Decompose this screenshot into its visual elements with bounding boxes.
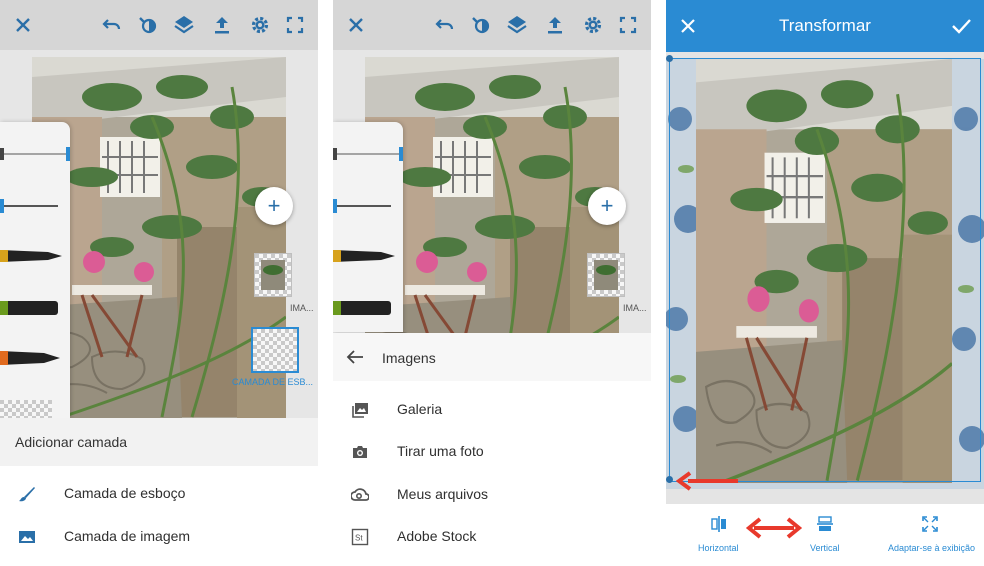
menu-item-image-layer[interactable]: Camada de imagem	[0, 517, 318, 557]
close-icon[interactable]	[11, 13, 35, 37]
gear-icon[interactable]	[581, 13, 605, 37]
flip-horizontal-icon	[710, 515, 728, 533]
brush-slider-opacity[interactable]	[333, 196, 395, 216]
screen-add-layer: + IMA... CAMADA DE ESB... Adicionar cama…	[0, 0, 318, 566]
red-arrow-double-annotation	[746, 517, 802, 539]
screen-transform: Transformar Horizontal Vertical Adaptar-…	[666, 0, 984, 566]
menu-item-gallery[interactable]: Galeria	[333, 390, 651, 430]
layers-icon[interactable]	[505, 13, 529, 37]
menu-item-sketch-layer[interactable]: Camada de esboço	[0, 474, 318, 514]
red-arrow-left-annotation	[676, 471, 738, 491]
undo-icon[interactable]	[433, 13, 457, 37]
sheet-header: Imagens	[333, 333, 651, 381]
gallery-icon	[351, 401, 369, 419]
brush-marker-green[interactable]	[0, 298, 62, 318]
export-icon[interactable]	[210, 13, 234, 37]
layer-label-selected: CAMADA DE ESB...	[232, 377, 314, 387]
layer-label: IMA...	[623, 303, 647, 313]
back-arrow-icon[interactable]	[345, 347, 365, 367]
brush-panel	[333, 122, 403, 332]
screen-images: + IMA... Imagens Galeria Tirar uma foto …	[333, 0, 651, 566]
brush-slider-size[interactable]	[0, 144, 70, 164]
menu-item-my-files[interactable]: Meus arquivos	[333, 475, 651, 515]
brush-panel	[0, 122, 70, 418]
fit-to-view-icon	[921, 515, 939, 533]
close-icon[interactable]	[344, 13, 368, 37]
undo-icon[interactable]	[100, 13, 124, 37]
fullscreen-icon[interactable]	[283, 13, 307, 37]
add-layer-fab[interactable]: +	[588, 187, 626, 225]
brush-pencil-yellow[interactable]	[333, 246, 395, 266]
transform-canvas	[666, 52, 984, 504]
camera-icon	[351, 443, 369, 461]
brush-slider-size[interactable]	[333, 144, 403, 164]
top-toolbar	[0, 0, 318, 50]
sheet-header: Adicionar camada	[0, 418, 318, 466]
brush-eraser[interactable]	[0, 400, 52, 418]
transform-handle-bottom-left[interactable]	[666, 476, 673, 483]
brush-icon	[18, 485, 36, 503]
images-menu: Galeria Tirar uma foto Meus arquivos St …	[333, 381, 651, 566]
transform-title: Transformar	[779, 16, 871, 35]
menu-item-adobe-stock[interactable]: St Adobe Stock	[333, 517, 651, 557]
add-layer-menu: Camada de esboço Camada de imagem	[0, 466, 318, 566]
stock-icon: St	[351, 528, 369, 546]
transform-bounding-box[interactable]	[669, 58, 981, 482]
eyedropper-icon[interactable]	[469, 13, 493, 37]
brush-marker-green[interactable]	[333, 298, 395, 318]
layer-label: IMA...	[290, 303, 314, 313]
layer-thumb-image[interactable]	[587, 253, 625, 297]
menu-item-take-photo[interactable]: Tirar uma foto	[333, 432, 651, 472]
canvas-photo[interactable]	[32, 57, 286, 419]
svg-text:St: St	[355, 534, 363, 543]
transform-handle-top-left[interactable]	[666, 55, 673, 62]
layer-thumb-image[interactable]	[254, 253, 292, 297]
fullscreen-icon[interactable]	[616, 13, 640, 37]
layers-icon[interactable]	[172, 13, 196, 37]
sheet-title: Imagens	[382, 350, 436, 366]
top-toolbar	[333, 0, 651, 50]
layer-thumb-sketch[interactable]	[251, 327, 299, 373]
transform-header: Transformar	[666, 0, 984, 52]
flip-vertical-icon	[816, 515, 834, 533]
sheet-title: Adicionar camada	[15, 434, 128, 450]
add-layer-fab[interactable]: +	[255, 187, 293, 225]
image-icon	[18, 528, 36, 546]
checkmark-icon[interactable]	[950, 15, 972, 37]
gear-icon[interactable]	[248, 13, 272, 37]
export-icon[interactable]	[543, 13, 567, 37]
brush-pencil-yellow[interactable]	[0, 246, 62, 266]
eyedropper-icon[interactable]	[136, 13, 160, 37]
creative-cloud-icon	[351, 486, 369, 504]
brush-slider-opacity[interactable]	[0, 196, 62, 216]
canvas-photo[interactable]	[365, 57, 619, 333]
brush-pen-orange[interactable]	[0, 348, 62, 368]
